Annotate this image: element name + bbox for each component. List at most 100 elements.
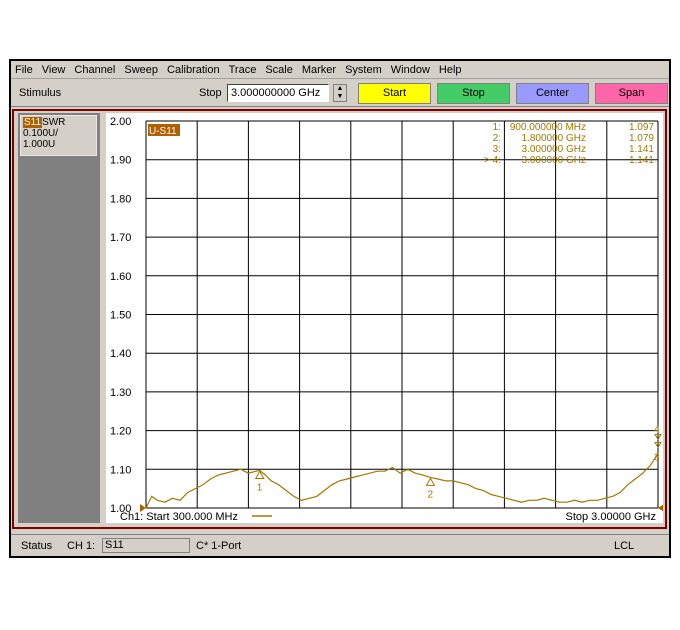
data-point [505, 497, 507, 499]
marker-4-readout-num: > 4: [484, 155, 501, 166]
marker-3-readout-num: 3: [493, 144, 501, 155]
data-point [285, 490, 287, 491]
data-point [346, 478, 348, 480]
data-point [255, 470, 257, 472]
marker-2-readout-freq: 1.800000 GHz [522, 133, 587, 144]
status-bar: Status CH 1: S11 C* 1-Port LCL [11, 534, 669, 556]
data-point [483, 490, 484, 491]
data-point [361, 474, 363, 476]
data-point [460, 482, 462, 484]
stop-button[interactable]: Stop [437, 83, 510, 104]
data-point [543, 497, 545, 499]
center-button[interactable]: Center [516, 83, 589, 104]
marker-3-label: 3 [654, 452, 660, 463]
menu-trace[interactable]: Trace [229, 64, 257, 76]
data-point [301, 499, 302, 501]
menu-view[interactable]: View [42, 64, 66, 76]
menu-scale[interactable]: Scale [265, 64, 293, 76]
menu-system[interactable]: System [345, 64, 382, 76]
active-parameter[interactable]: S11 [102, 538, 190, 553]
y-tick-label: 1.70 [110, 232, 131, 244]
marker-1-label: 1 [257, 482, 263, 493]
sweep-start-label: Ch1: Start 300.000 MHz [120, 511, 238, 523]
sweep-stop-label: Stop 3.00000 GHz [565, 511, 656, 523]
data-point [354, 476, 355, 478]
data-point [172, 497, 173, 499]
data-point [265, 474, 266, 476]
data-point [574, 499, 575, 501]
marker-2-readout-value: 1.079 [629, 133, 654, 144]
data-point [475, 488, 477, 490]
stop-frequency-spinner[interactable]: ▲ ▼ [333, 84, 347, 102]
data-point [339, 480, 340, 482]
data-point [558, 501, 560, 503]
data-point [270, 480, 272, 482]
analyzer-window: File View Channel Sweep Calibration Trac… [9, 59, 671, 558]
y-tick-label: 1.20 [110, 426, 131, 438]
marker-4-label: 4 [654, 424, 660, 435]
data-point [634, 478, 636, 480]
stop-frequency-input[interactable] [227, 84, 329, 102]
data-point [331, 484, 333, 486]
trace-info-box[interactable]: S11SWR 0.100U/ 1.000U [20, 115, 97, 156]
menu-channel[interactable]: Channel [74, 64, 115, 76]
data-point [596, 499, 598, 501]
data-point [187, 492, 189, 493]
data-point [467, 484, 469, 486]
menu-file[interactable]: File [15, 64, 33, 76]
y-tick-label: 1.80 [110, 193, 131, 205]
spin-down-icon[interactable]: ▼ [334, 93, 346, 101]
marker-4-readout-value: 1.141 [629, 155, 654, 166]
data-point [490, 494, 492, 495]
data-point [384, 470, 386, 472]
y-tick-label: 1.40 [110, 348, 131, 360]
data-point [316, 495, 318, 497]
data-point [612, 495, 613, 497]
data-point [278, 484, 280, 486]
marker-2-symbol [425, 477, 436, 486]
menu-calibration[interactable]: Calibration [167, 64, 220, 76]
data-point [566, 501, 568, 503]
span-button[interactable]: Span [595, 83, 668, 104]
marker-2-readout-num: 2: [493, 133, 501, 144]
data-point [164, 501, 166, 503]
y-tick-label: 1.30 [110, 387, 131, 399]
data-point [248, 472, 249, 474]
data-point [308, 497, 310, 499]
start-button[interactable]: Start [358, 83, 431, 104]
plot-area[interactable]: 2.00 1.90 1.80 1.70 1.60 1.50 1.40 1.30 1.20 1.10… [106, 113, 663, 523]
data-point [293, 495, 295, 497]
marker-3-readout-freq: 3.000000 GHz [522, 144, 587, 155]
calibration-mode: C* 1-Port [196, 540, 242, 552]
stimulus-label: Stimulus [19, 87, 62, 99]
data-point [210, 478, 211, 480]
marker-4-readout-freq: 3.000000 GHz [522, 155, 587, 166]
swr-chart: 2.00 1.90 1.80 1.70 1.60 1.50 1.40 1.30 1.20 1.10… [110, 116, 663, 523]
data-point [498, 495, 500, 497]
data-point [513, 499, 515, 501]
menu-window[interactable]: Window [391, 64, 430, 76]
menu-sweep[interactable]: Sweep [124, 64, 158, 76]
data-point [536, 499, 538, 501]
data-point [202, 484, 204, 486]
menu-marker[interactable]: Marker [302, 64, 336, 76]
menu-help[interactable]: Help [439, 64, 462, 76]
reference-right-arrow [658, 504, 663, 512]
marker-3-readout-value: 1.141 [629, 144, 654, 155]
data-point [392, 466, 393, 468]
y-tick-label: 1.50 [110, 310, 131, 322]
data-point [422, 474, 424, 476]
data-point [551, 499, 553, 501]
data-point [240, 468, 242, 470]
data-point [376, 470, 378, 472]
data-point [323, 490, 325, 491]
y-tick-label: 1.60 [110, 271, 131, 283]
y-tick-label: 1.10 [110, 464, 131, 476]
remote-status: LCL [614, 540, 635, 552]
data-point [627, 484, 629, 486]
trace-name: S11 [23, 117, 43, 128]
data-point [581, 501, 583, 503]
marker-1-readout-num: 1: [493, 122, 501, 133]
spin-up-icon[interactable]: ▲ [334, 85, 346, 93]
trace-scale: 0.100U/ [23, 128, 59, 139]
